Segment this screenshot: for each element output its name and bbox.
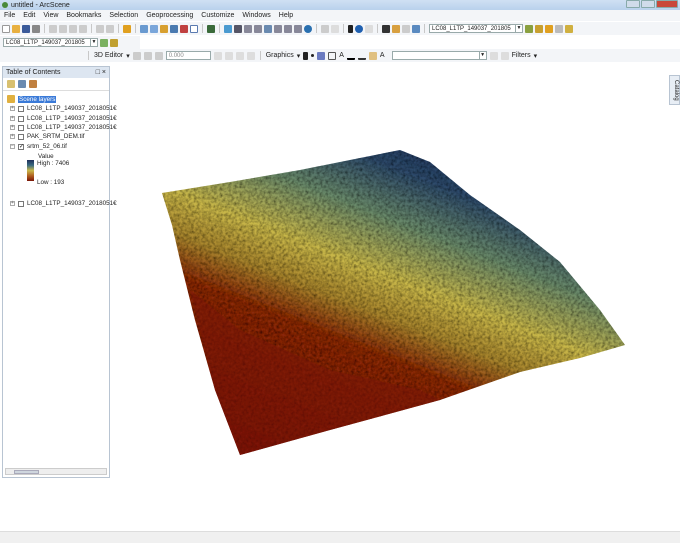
catalog-tab[interactable]: Catalog [669,75,680,105]
scene-view[interactable] [0,0,680,543]
status-bar [0,531,680,543]
